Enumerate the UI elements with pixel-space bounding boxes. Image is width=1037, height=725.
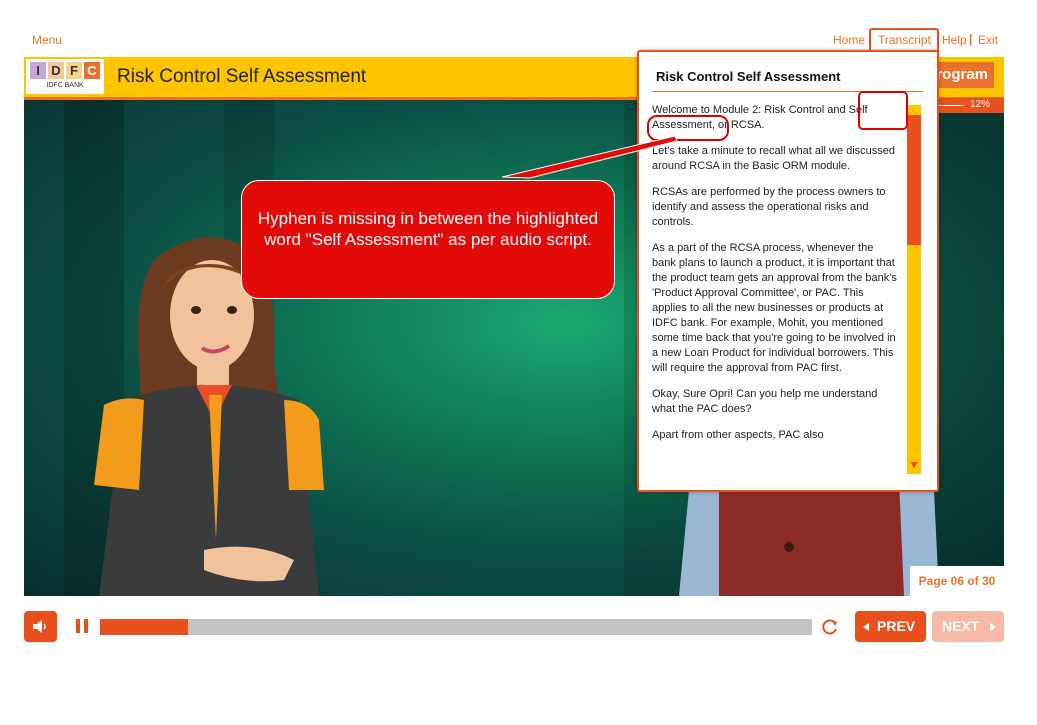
transcript-paragraph: Let's take a minute to recall what all w… [652, 145, 895, 172]
logo-bank-name: IDFC BANK [46, 82, 84, 89]
nav-separator: | [969, 32, 973, 46]
menu-link[interactable]: Menu [32, 33, 62, 47]
page-indicator: Page 06 of 30 [910, 566, 1004, 596]
triangle-down-icon[interactable] [910, 462, 918, 468]
seek-progress [100, 619, 189, 635]
seek-bar[interactable] [100, 619, 812, 635]
transcript-paragraph: As a part of the RCSA process, whenever … [652, 242, 897, 374]
pause-icon [76, 619, 88, 633]
transcript-title: Risk Control Self Assessment [656, 69, 841, 84]
audio-button[interactable] [24, 611, 57, 642]
logo-letter: F [66, 62, 82, 79]
chevron-right-icon [990, 623, 996, 631]
triangle-up-icon[interactable] [910, 107, 918, 113]
next-button[interactable]: NEXT [932, 611, 1004, 642]
annotation-box-self [858, 91, 908, 130]
transcript-paragraph: Okay, Sure Opri! Can you help me underst… [652, 388, 878, 415]
exit-link[interactable]: Exit [978, 33, 998, 47]
help-link[interactable]: Help [942, 33, 967, 47]
pause-button[interactable] [73, 617, 91, 635]
prev-button[interactable]: PREV [855, 611, 926, 642]
annotation-pointer [501, 135, 678, 179]
transcript-paragraph: RCSAs are performed by the process owner… [652, 186, 886, 228]
chevron-left-icon [863, 623, 869, 631]
speaker-icon [33, 620, 46, 633]
logo-letter: I [30, 62, 46, 79]
bank-logo: I D F C IDFC BANK [26, 59, 104, 94]
course-title: Risk Control Self Assessment [117, 66, 367, 87]
logo-letter: C [84, 62, 100, 79]
course-progress-label: 12% [969, 99, 990, 110]
replay-button[interactable] [820, 617, 840, 637]
transcript-scrollbar[interactable] [907, 105, 921, 474]
transcript-paragraph: Apart from other aspects, PAC also [652, 429, 824, 441]
transcript-body: Welcome to Module 2: Risk Control and Se… [652, 103, 899, 477]
prev-label: PREV [877, 618, 916, 634]
replay-icon [822, 619, 837, 635]
next-label: NEXT [942, 618, 980, 634]
logo-letter: D [48, 62, 64, 79]
home-link[interactable]: Home [833, 33, 865, 47]
review-callout: Hyphen is missing in between the highlig… [241, 180, 615, 299]
transcript-scroll-thumb[interactable] [907, 115, 921, 245]
